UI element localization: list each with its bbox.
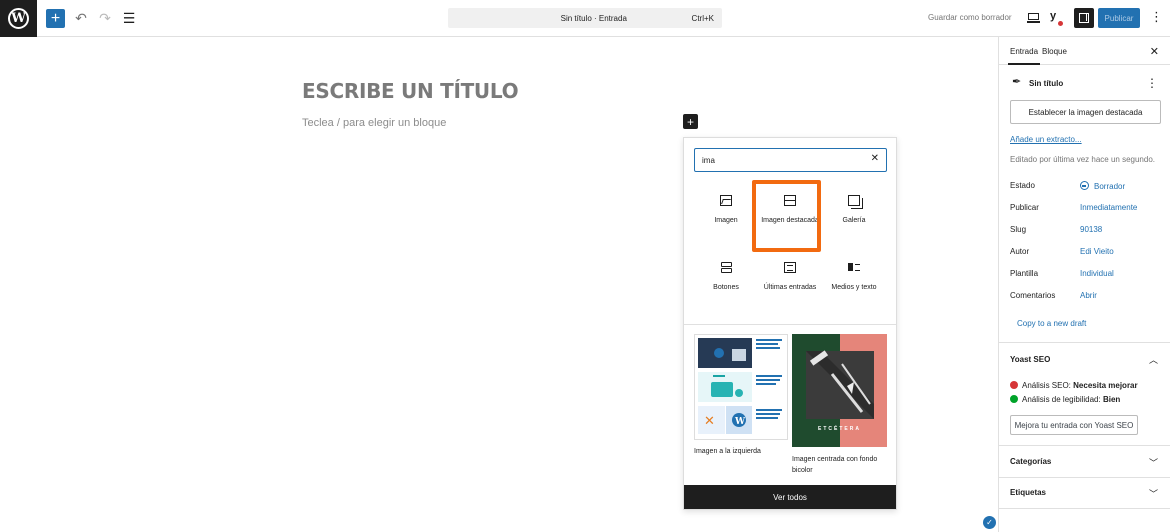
sidebar-tabs: Entrada Bloque ✕ (999, 37, 1170, 65)
document-title: Sin título · Entrada (560, 13, 627, 23)
improve-yoast-button[interactable]: Mejora tu entrada con Yoast SEO (1010, 415, 1138, 435)
editor-canvas: ESCRIBE UN TÍTULO Teclea / para elegir u… (0, 37, 998, 532)
settings-toggle-icon[interactable] (1074, 8, 1094, 28)
yoast-panel-title[interactable]: Yoast SEO (1010, 355, 1050, 364)
svg-text:W: W (734, 417, 746, 427)
comments-label: Comentarios (1010, 291, 1056, 300)
set-featured-image-button[interactable]: Establecer la imagen destacada (1010, 100, 1161, 124)
seo-good-icon (1010, 395, 1018, 403)
buttons-icon (720, 262, 732, 273)
pattern-centered-bicolor-thumbnail[interactable]: ETCÉTERA (792, 334, 887, 447)
close-icon[interactable]: ✕ (1150, 45, 1159, 58)
categories-panel-title[interactable]: Categorías (1010, 457, 1051, 466)
block-search-input[interactable]: ima ✕ (694, 148, 887, 172)
media-text-icon (848, 262, 860, 273)
inline-add-block-button[interactable]: + (683, 114, 698, 129)
settings-sidebar: Entrada Bloque ✕ ✒ Sin título ⋮ Establec… (998, 37, 1170, 532)
pattern-preview-image: ✕ W (695, 335, 787, 439)
wordpress-icon: W (8, 8, 29, 29)
yoast-icon[interactable]: y (1050, 10, 1067, 26)
block-botones[interactable]: Botones (696, 262, 756, 293)
readability-prefix: Análisis de legibilidad: (1022, 395, 1103, 404)
divider (684, 324, 896, 325)
readability-value: Bien (1102, 395, 1121, 404)
shortcut-hint: Ctrl+K (691, 13, 714, 23)
divider (999, 445, 1170, 446)
post-icon: ✒ (1012, 76, 1022, 88)
check-icon: ✓ (983, 516, 996, 529)
publish-button[interactable]: Publicar (1098, 8, 1140, 28)
block-label: Últimas entradas (763, 284, 817, 291)
block-galeria[interactable]: Galería (824, 195, 884, 226)
chevron-down-icon[interactable]: ﹀ (1149, 487, 1158, 500)
latest-posts-icon (784, 262, 796, 273)
publish-value[interactable]: Inmediatamente (1080, 203, 1137, 212)
block-label: Medios y texto (831, 284, 877, 291)
tags-panel-title[interactable]: Etiquetas (1010, 488, 1046, 497)
save-draft-button[interactable]: Guardar como borrador (928, 13, 1012, 22)
highlight-box (752, 180, 821, 252)
seo-value: Necesita mejorar (1073, 381, 1138, 390)
comments-value[interactable]: Abrir (1080, 291, 1097, 300)
author-value[interactable]: Edi Vieito (1080, 247, 1114, 256)
gallery-icon (848, 195, 863, 209)
template-value[interactable]: Individual (1080, 269, 1114, 278)
block-label: Imagen (714, 217, 738, 224)
readability-analysis: Análisis de legibilidad: Bien (1010, 395, 1120, 404)
post-actions-icon[interactable]: ⋮ (1146, 76, 1158, 90)
divider (999, 508, 1170, 509)
preview-icon[interactable] (1027, 11, 1041, 25)
publish-label: Publicar (1010, 203, 1039, 212)
pattern-image-left-thumbnail[interactable]: ✕ W (694, 334, 788, 440)
block-placeholder[interactable]: Teclea / para elegir un bloque (302, 117, 446, 129)
slug-label: Slug (1010, 225, 1027, 234)
pattern-label: Imagen a la izquierda (694, 448, 761, 455)
status-text: Borrador (1094, 182, 1126, 191)
wordpress-logo-button[interactable]: W (0, 0, 37, 37)
tab-entrada[interactable]: Entrada (1007, 47, 1041, 65)
block-ultimas-entradas[interactable]: Últimas entradas (760, 262, 820, 293)
undo-icon[interactable]: ↶ (72, 9, 90, 28)
image-icon (720, 195, 732, 206)
clear-search-icon[interactable]: ✕ (871, 153, 879, 164)
copy-to-draft-link[interactable]: Copy to a new draft (1017, 319, 1086, 328)
seo-prefix: Análisis SEO: (1022, 381, 1074, 390)
draft-status-icon (1080, 181, 1089, 190)
author-label: Autor (1010, 247, 1030, 256)
post-title-placeholder[interactable]: ESCRIBE UN TÍTULO (302, 79, 519, 103)
last-edited-text: Editado por última vez hace un segundo. (1010, 155, 1155, 164)
block-label: Galería (842, 217, 866, 224)
command-palette-bar[interactable]: Sin título · Entrada Ctrl+K (448, 8, 722, 28)
block-medios-y-texto[interactable]: Medios y texto (824, 262, 884, 293)
post-title: Sin título (1029, 79, 1064, 88)
slug-value[interactable]: 90138 (1080, 225, 1102, 234)
search-value: ima (702, 155, 715, 165)
chevron-up-icon[interactable]: ︿ (1149, 353, 1158, 366)
list-view-icon[interactable]: ☰ (120, 9, 138, 28)
seo-analysis: Análisis SEO: Necesita mejorar (1010, 381, 1138, 390)
template-label: Plantilla (1010, 269, 1039, 278)
pattern-preview-text: ETCÉTERA (818, 426, 861, 432)
block-imagen[interactable]: Imagen (696, 195, 756, 226)
svg-text:✕: ✕ (704, 414, 715, 429)
pattern-label: Imagen centrada con fondo bicolor (792, 456, 878, 474)
view-all-button[interactable]: Ver todos (684, 485, 896, 509)
editor-header: W + ↶ ↷ ☰ Sin título · Entrada Ctrl+K Gu… (0, 0, 1170, 37)
chevron-down-icon[interactable]: ﹀ (1149, 456, 1158, 469)
status-label: Estado (1010, 181, 1035, 190)
tab-bloque[interactable]: Bloque (1042, 47, 1067, 56)
more-options-icon[interactable]: ⋮ (1150, 10, 1163, 24)
block-label: Botones (713, 284, 739, 291)
add-excerpt-link[interactable]: Añade un extracto... (1010, 135, 1082, 144)
seo-bad-icon (1010, 381, 1018, 389)
divider (999, 477, 1170, 478)
redo-icon[interactable]: ↷ (96, 9, 114, 28)
divider (999, 342, 1170, 343)
status-value[interactable]: Borrador (1080, 181, 1125, 191)
block-inserter-toggle-button[interactable]: + (46, 9, 65, 28)
